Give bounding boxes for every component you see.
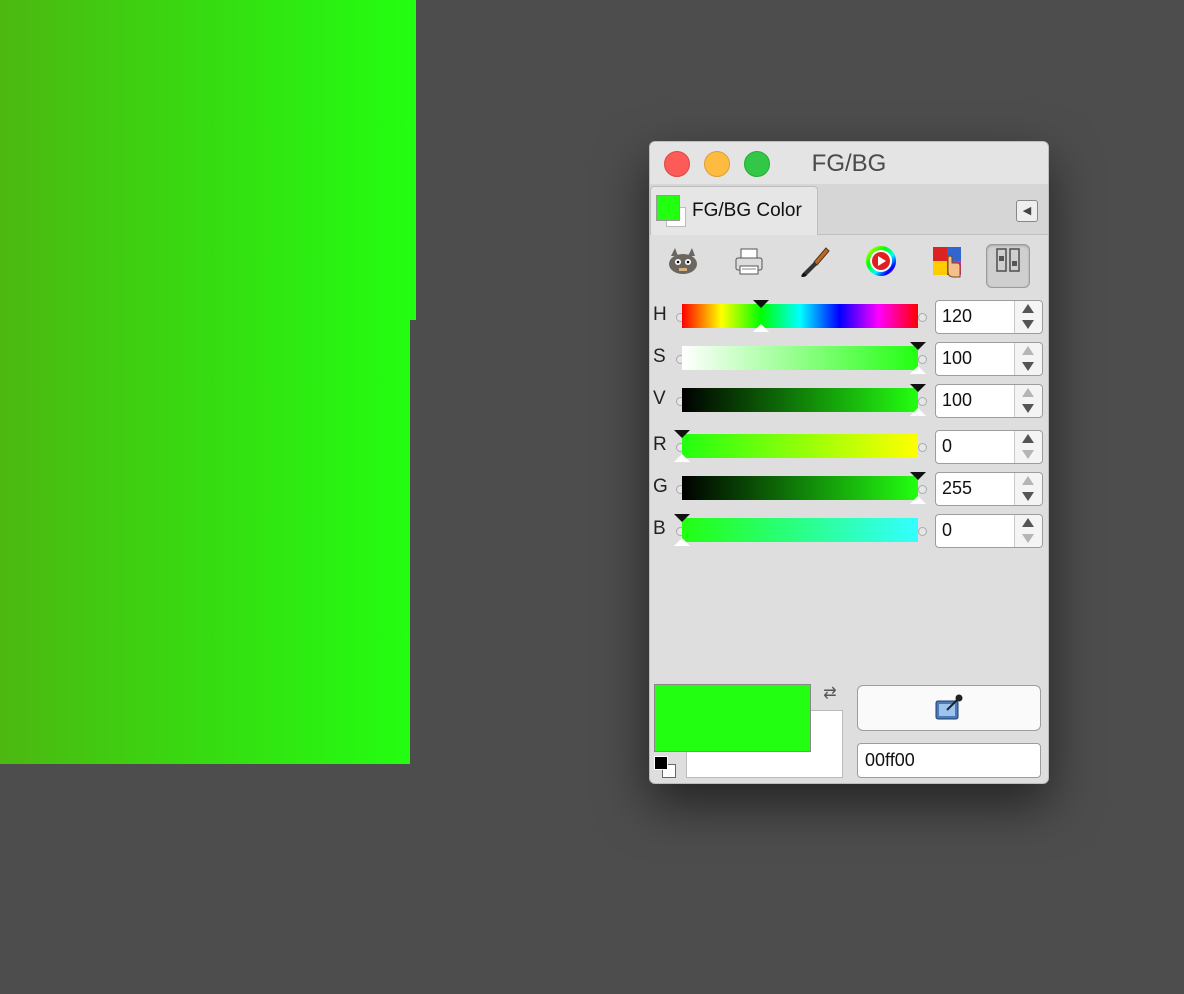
slider-knob[interactable] <box>910 472 926 480</box>
slider-knob-bottom[interactable] <box>910 366 926 374</box>
printer-icon[interactable] <box>728 244 770 286</box>
foreground-color-swatch[interactable] <box>654 684 811 752</box>
saturation-value-input[interactable] <box>942 347 1008 369</box>
slider-knob-bottom[interactable] <box>753 324 769 332</box>
gimp-icon[interactable] <box>662 244 704 286</box>
slider-knob[interactable] <box>753 300 769 308</box>
slider-knob-bottom[interactable] <box>674 454 690 462</box>
slider-letter: R <box>653 434 667 455</box>
tab-menu-icon[interactable]: ◀ <box>1016 200 1038 222</box>
spin-up-icon[interactable] <box>1022 388 1034 397</box>
slider-knob-bottom[interactable] <box>910 496 926 504</box>
blue-value-input[interactable] <box>942 519 1008 541</box>
tab-fg-swatch <box>656 195 680 221</box>
slider-end-dot <box>918 355 927 364</box>
palette-picker-icon[interactable] <box>926 244 968 286</box>
spin-down-icon[interactable] <box>1022 320 1034 329</box>
slider-knob[interactable] <box>910 342 926 350</box>
fg-bg-dialog: FG/BG FG/BG Color ◀ H 120 S 100 V 100 R … <box>649 141 1049 784</box>
slider-knob[interactable] <box>910 384 926 392</box>
title-bar[interactable]: FG/BG <box>650 142 1048 184</box>
hue-slider[interactable] <box>682 300 918 332</box>
brush-icon[interactable] <box>794 244 836 286</box>
saturation-spinbox[interactable] <box>935 342 1043 376</box>
spin-up-icon[interactable] <box>1022 346 1034 355</box>
color-picker-button[interactable] <box>857 685 1041 731</box>
spin-down-icon[interactable] <box>1022 450 1034 459</box>
window-title: FG/BG <box>811 150 887 177</box>
hue-spinbox[interactable] <box>935 300 1043 334</box>
green-slider[interactable] <box>682 472 926 504</box>
red-slider[interactable] <box>674 430 918 462</box>
slider-knob[interactable] <box>674 430 690 438</box>
slider-end-dot <box>918 485 927 494</box>
eyedropper-icon <box>935 694 963 720</box>
spin-down-icon[interactable] <box>1022 362 1034 371</box>
tab-bar: FG/BG Color ◀ <box>650 184 1048 235</box>
value-slider[interactable] <box>682 384 926 416</box>
slider-row-h: H <box>650 300 1048 334</box>
saturation-slider[interactable] <box>682 342 926 374</box>
spin-up-icon[interactable] <box>1022 518 1034 527</box>
color-wheel-icon[interactable] <box>860 244 902 286</box>
slider-end-dot <box>918 527 927 536</box>
slider-end-dot <box>918 397 927 406</box>
slider-letter: G <box>653 476 668 497</box>
color-selector-toolbar <box>650 238 1048 290</box>
blue-slider[interactable] <box>674 514 918 546</box>
tab-fg-bg-color[interactable]: FG/BG Color <box>650 186 818 235</box>
value-value-input[interactable] <box>942 389 1008 411</box>
spin-up-icon[interactable] <box>1022 476 1034 485</box>
hex-color-input[interactable] <box>865 750 1025 771</box>
spin-down-icon[interactable] <box>1022 404 1034 413</box>
slider-end-dot <box>918 313 927 322</box>
spin-up-icon[interactable] <box>1022 304 1034 313</box>
slider-row-r: R <box>650 430 1048 464</box>
tab-label: FG/BG Color <box>692 200 802 221</box>
slider-letter: H <box>653 304 667 325</box>
slider-letter: V <box>653 388 666 409</box>
hue-value-input[interactable] <box>942 305 1008 327</box>
slider-knob[interactable] <box>674 514 690 522</box>
spin-up-icon[interactable] <box>1022 434 1034 443</box>
value-spinbox[interactable] <box>935 384 1043 418</box>
color-area: ⇄ <box>650 680 1048 782</box>
spin-down-icon[interactable] <box>1022 492 1034 501</box>
slider-letter: B <box>653 518 666 539</box>
slider-end-dot <box>918 443 927 452</box>
hex-color-field[interactable] <box>857 743 1041 778</box>
red-value-input[interactable] <box>942 435 1008 457</box>
default-colors-icon[interactable] <box>654 756 668 770</box>
slider-row-g: G <box>650 472 1048 506</box>
green-value-input[interactable] <box>942 477 1008 499</box>
slider-knob-bottom[interactable] <box>674 538 690 546</box>
green-spinbox[interactable] <box>935 472 1043 506</box>
red-spinbox[interactable] <box>935 430 1043 464</box>
slider-row-b: B <box>650 514 1048 548</box>
swap-colors-icon[interactable]: ⇄ <box>820 683 840 703</box>
spin-down-icon[interactable] <box>1022 534 1034 543</box>
slider-row-v: V <box>650 384 1048 418</box>
slider-row-s: S <box>650 342 1048 376</box>
slider-knob-bottom[interactable] <box>910 408 926 416</box>
image-canvas[interactable] <box>0 0 420 770</box>
sliders-icon[interactable] <box>986 244 1030 288</box>
slider-letter: S <box>653 346 666 367</box>
blue-spinbox[interactable] <box>935 514 1043 548</box>
